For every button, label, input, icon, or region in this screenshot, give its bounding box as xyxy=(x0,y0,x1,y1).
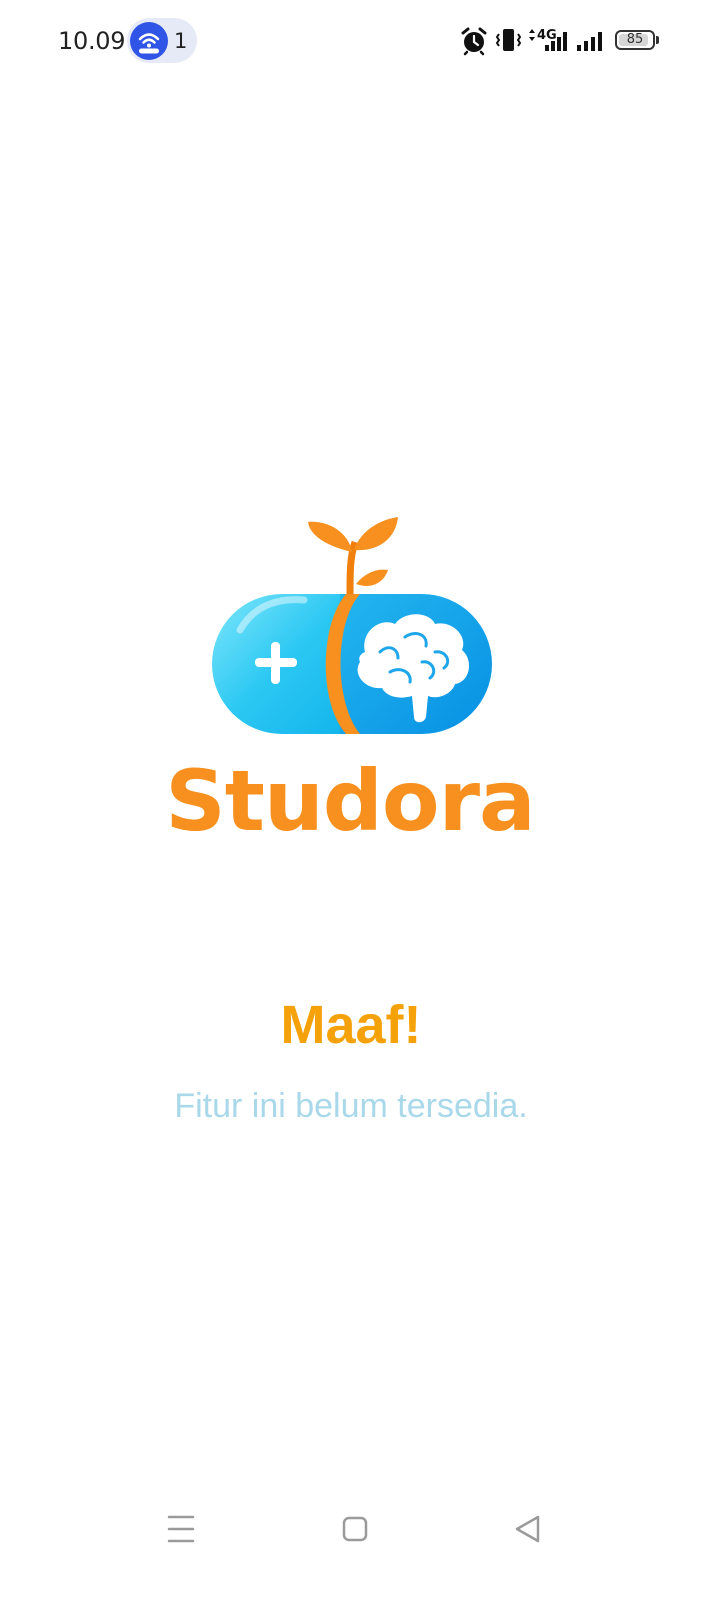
alarm-icon xyxy=(461,27,487,56)
menu-icon[interactable] xyxy=(151,1504,211,1554)
message-subtitle: Fitur ini belum tersedia. xyxy=(174,1087,528,1125)
battery-level: 85 xyxy=(626,32,644,47)
brand-name: Studora xyxy=(165,752,535,850)
network-type-label: 4G xyxy=(537,28,557,43)
pill-brain-sprout-logo xyxy=(212,517,492,734)
hotspot-icon xyxy=(130,22,168,60)
battery-icon: 85 xyxy=(615,30,655,50)
hotspot-count: 1 xyxy=(174,29,188,53)
home-icon[interactable] xyxy=(325,1504,385,1554)
vibrate-icon xyxy=(495,29,522,51)
back-icon[interactable] xyxy=(498,1504,558,1554)
mobile-data-icon: 4G xyxy=(529,28,567,51)
navigation-bar xyxy=(0,1490,720,1604)
status-time: 10.09 xyxy=(58,27,126,55)
status-bar: 10.09 1 4G 85 xyxy=(0,0,720,80)
hotspot-chip[interactable]: 1 xyxy=(127,18,197,63)
signal-icon xyxy=(577,32,602,51)
battery-tip xyxy=(656,36,659,44)
message-title: Maaf! xyxy=(280,995,422,1055)
